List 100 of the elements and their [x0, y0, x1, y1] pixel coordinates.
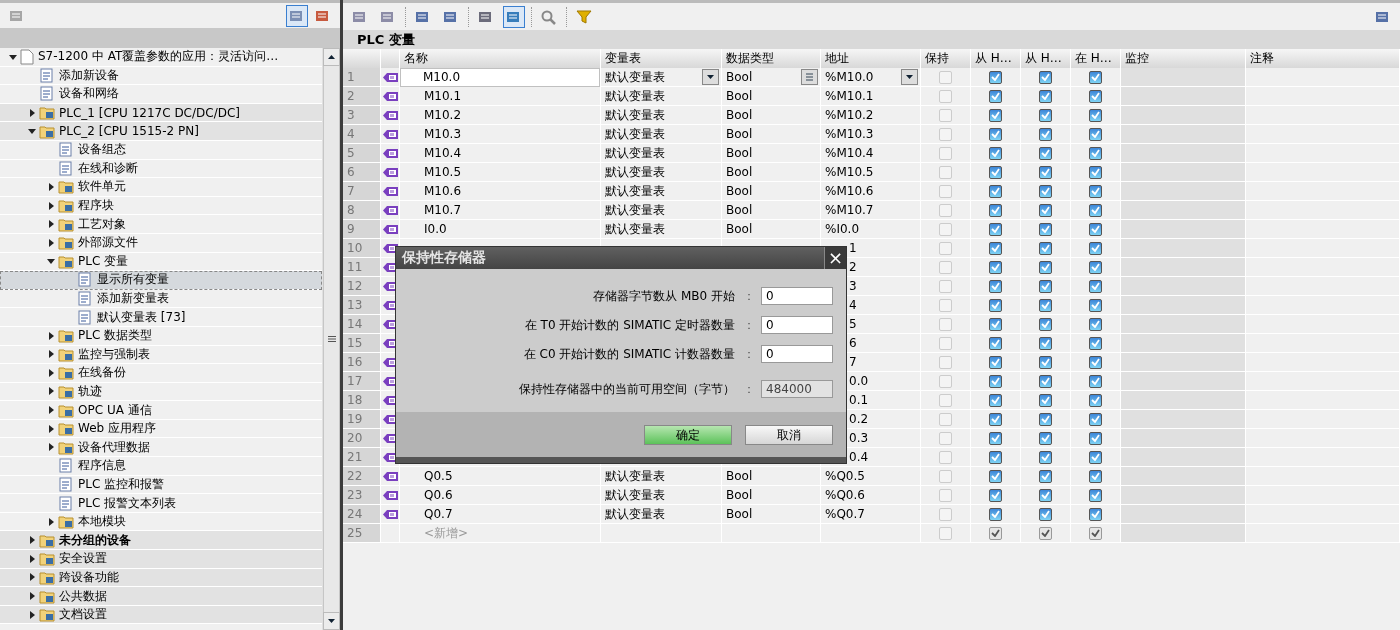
- colon: ：: [743, 345, 753, 363]
- table-cell: M10.7: [400, 201, 601, 220]
- row-number: 11: [343, 258, 381, 277]
- tree-item[interactable]: 添加新变量表: [0, 289, 322, 309]
- column-header[interactable]: 变量表: [601, 49, 722, 68]
- table-cell: 默认变量表: [601, 467, 722, 486]
- tree-item[interactable]: 设备和网络: [0, 85, 322, 104]
- colon: ：: [743, 316, 753, 334]
- field-label: 在 T0 开始计数的 SIMATIC 定时器数量: [524, 316, 735, 334]
- row-number: 22: [343, 467, 381, 486]
- cancel-button[interactable]: 取消: [745, 424, 833, 445]
- row-number: 1: [343, 68, 381, 87]
- input-field: 484000: [761, 380, 833, 398]
- table-cell: 默认变量表: [601, 125, 722, 144]
- table-cell: 默认变量表: [601, 505, 722, 524]
- row-number: 15: [343, 334, 381, 353]
- tree-item[interactable]: PLC 报警文本列表: [0, 494, 322, 513]
- table-cell: 默认变量表: [601, 87, 722, 106]
- column-header[interactable]: 保持: [921, 49, 971, 68]
- column-header[interactable]: 监控: [1121, 49, 1246, 68]
- ok-button[interactable]: 确定: [644, 424, 732, 445]
- input-field[interactable]: 0: [761, 287, 833, 305]
- table-cell: Bool: [722, 144, 821, 163]
- tree-item[interactable]: 未分组的设备: [0, 531, 322, 551]
- row-number: 14: [343, 315, 381, 334]
- column-header[interactable]: 数据类型: [722, 49, 821, 68]
- table-cell: I0.0: [400, 220, 601, 239]
- dialog-title: 保持性存储器: [401, 249, 486, 267]
- table-cell: Bool: [722, 125, 821, 144]
- table-cell: %Q0.7: [821, 505, 921, 524]
- row-number: 25: [343, 524, 381, 543]
- row-number: 5: [343, 144, 381, 163]
- table-cell: %M10.6: [821, 182, 921, 201]
- table-cell: %Q0.6: [821, 486, 921, 505]
- table-cell: 默认变量表: [601, 163, 722, 182]
- field-label: 存储器字节数从 MB0 开始: [593, 287, 735, 305]
- tree-item[interactable]: 软件单元: [0, 178, 322, 197]
- row-number: 8: [343, 201, 381, 220]
- tree-item[interactable]: 设备代理数据: [0, 438, 322, 458]
- table-cell: Bool: [722, 163, 821, 182]
- cell-text: Bool: [726, 70, 753, 84]
- row-number: 12: [343, 277, 381, 296]
- row-number: 18: [343, 391, 381, 410]
- table-cell: Bool: [722, 486, 821, 505]
- table-cell: Bool: [722, 182, 821, 201]
- row-number: 23: [343, 486, 381, 505]
- table-cell: Q0.6: [400, 486, 601, 505]
- table-cell: Bool: [722, 106, 821, 125]
- table-cell: Bool: [722, 201, 821, 220]
- tree-item[interactable]: 公共数据: [0, 587, 322, 606]
- row-number: 24: [343, 505, 381, 524]
- table-cell: 默认变量表: [601, 182, 722, 201]
- input-field[interactable]: 0: [761, 316, 833, 334]
- table-cell: %M10.4: [821, 144, 921, 163]
- row-number: 7: [343, 182, 381, 201]
- tree-item[interactable]: OPC UA 通信: [0, 401, 322, 420]
- tree-item[interactable]: PLC_2 [CPU 1515-2 PN]: [0, 122, 322, 141]
- row-number: 4: [343, 125, 381, 144]
- close-button[interactable]: ×: [824, 247, 846, 269]
- table-cell: 默认变量表: [601, 486, 722, 505]
- table-cell: %M10.3: [821, 125, 921, 144]
- table-cell: %M10.5: [821, 163, 921, 182]
- table-cell: %M10.1: [821, 87, 921, 106]
- table-cell: Q0.7: [400, 505, 601, 524]
- row-number: 9: [343, 220, 381, 239]
- tree-item[interactable]: 程序信息: [0, 457, 322, 476]
- table-cell: M10.5: [400, 163, 601, 182]
- table-cell: 默认变量表: [601, 106, 722, 125]
- table-cell: M10.2: [400, 106, 601, 125]
- colon: ：: [743, 287, 753, 305]
- column-header[interactable]: 注释: [1246, 49, 1400, 68]
- row-number: 19: [343, 410, 381, 429]
- table-cell: 默认变量表: [601, 220, 722, 239]
- column-header[interactable]: 在 H…: [1071, 49, 1121, 68]
- row-number: 6: [343, 163, 381, 182]
- column-header[interactable]: 从 H…: [971, 49, 1021, 68]
- row-number: 17: [343, 372, 381, 391]
- row-number: 16: [343, 353, 381, 372]
- row-number: 2: [343, 87, 381, 106]
- tree-item[interactable]: 在线备份: [0, 364, 322, 383]
- column-header[interactable]: 从 H…: [1021, 49, 1071, 68]
- row-number: 21: [343, 448, 381, 467]
- row-number: 10: [343, 239, 381, 258]
- field-label: 在 C0 开始计数的 SIMATIC 计数器数量: [523, 345, 735, 363]
- row-number: 3: [343, 106, 381, 125]
- colon: ：: [743, 380, 753, 398]
- input-field[interactable]: 0: [761, 345, 833, 363]
- tree-item[interactable]: 显示所有变量: [0, 271, 322, 290]
- column-header[interactable]: 名称: [400, 49, 601, 68]
- cell-text: %M10.0: [825, 70, 874, 84]
- table-cell: Bool: [722, 220, 821, 239]
- editor-title: PLC 变量: [343, 30, 1400, 49]
- row-number: 13: [343, 296, 381, 315]
- column-header[interactable]: 地址: [821, 49, 921, 68]
- table-cell: M10.3: [400, 125, 601, 144]
- tree-item[interactable]: 安全设置: [0, 550, 322, 569]
- table-cell: 默认变量表: [601, 144, 722, 163]
- tree-item[interactable]: 默认变量表 [73]: [0, 308, 322, 327]
- tree-item[interactable]: S7-1200 中 AT覆盖参数的应用：灵活访问…: [0, 48, 322, 67]
- tree-item[interactable]: 工艺对象: [0, 215, 322, 234]
